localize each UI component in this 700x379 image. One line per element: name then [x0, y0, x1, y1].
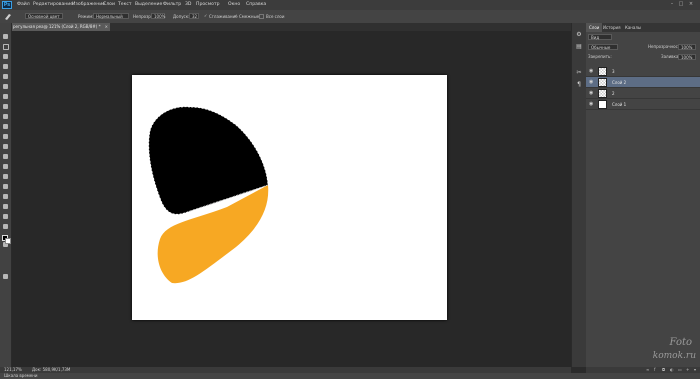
tab-history[interactable]: История [600, 23, 624, 32]
fill-label: Заливка: [661, 54, 680, 59]
brush-tool-icon[interactable] [3, 12, 13, 21]
history-icon[interactable]: ⚙ [575, 31, 583, 39]
antialias-checkbox[interactable]: ✓ [204, 14, 208, 18]
menu-file[interactable]: Файл [17, 2, 30, 7]
tool-preset-select[interactable]: Основной цвет [25, 13, 63, 19]
artwork [148, 106, 269, 284]
menu-image[interactable]: Изображение [72, 2, 105, 7]
paragraph-icon[interactable]: ¶ [575, 81, 583, 89]
timeline-label[interactable]: Шкала времени [4, 373, 37, 379]
menu-3d[interactable]: 3D [185, 2, 191, 7]
type-tool-icon[interactable] [2, 183, 9, 190]
layer-name: 2 [612, 91, 615, 96]
document-tab[interactable]: регульная реа@ 121% (Слой 2, RGB/8#) * × [10, 23, 110, 31]
marquee-tool-icon[interactable] [2, 43, 9, 50]
layer-row[interactable]: ◉ Слой 2 [586, 77, 700, 88]
all-layers-checkbox[interactable] [259, 14, 264, 19]
layer-row[interactable]: ◉ 3 [586, 66, 700, 77]
hand-tool-icon[interactable] [2, 213, 9, 220]
options-bar: Основной цвет Режим: Нормальный Непрозр.… [0, 10, 700, 24]
menu-text[interactable]: Текст [118, 2, 132, 7]
layer-name: Слой 1 [612, 102, 627, 107]
watermark: Foto komok.ru [642, 337, 698, 371]
healing-brush-tool-icon[interactable] [2, 93, 9, 100]
minimize-icon[interactable]: – [669, 2, 675, 7]
menu-window[interactable]: Окно [228, 2, 240, 7]
zoom-tool-icon[interactable] [2, 223, 9, 230]
close-icon[interactable]: × [688, 2, 694, 7]
menu-help[interactable]: Справка [246, 2, 266, 7]
layer-thumbnail [598, 67, 607, 76]
eraser-tool-icon[interactable] [2, 133, 9, 140]
tolerance-label: Допуск: [173, 14, 190, 19]
menu-select[interactable]: Выделение [135, 2, 162, 7]
watermark-line-2: komok.ru [652, 351, 696, 361]
timeline-bar[interactable]: Шкала времени [0, 373, 700, 379]
photoshop-logo: Ps [2, 1, 12, 9]
menu-edit[interactable]: Редактирование [33, 2, 73, 7]
menu-filter[interactable]: Фильтр [163, 2, 181, 7]
menu-view[interactable]: Просмотр [196, 2, 220, 7]
layer-thumbnail [598, 78, 607, 87]
eye-icon[interactable]: ◉ [589, 101, 593, 108]
brush-tool-icon[interactable] [2, 103, 9, 110]
tools-icon[interactable]: ✂ [575, 69, 583, 77]
layer-row[interactable]: ◉ 2 [586, 88, 700, 99]
screen-mode-icon[interactable] [2, 273, 9, 280]
lasso-tool-icon[interactable] [2, 53, 9, 60]
crop-tool-icon[interactable] [2, 73, 9, 80]
layer-row[interactable]: ◉ Слой 1 [586, 99, 700, 110]
blur-tool-icon[interactable] [2, 153, 9, 160]
layer-name: Слой 2 [612, 80, 627, 85]
blend-mode-select[interactable]: Обычные [588, 44, 618, 50]
fill-input[interactable]: 100% [678, 54, 696, 60]
mode-select[interactable]: Нормальный [93, 13, 129, 19]
tab-close-icon[interactable]: × [105, 23, 108, 31]
layer-name: 3 [612, 69, 615, 74]
history-brush-tool-icon[interactable] [2, 123, 9, 130]
lock-label: Закрепить: [588, 54, 612, 59]
eye-icon[interactable]: ◉ [589, 68, 593, 75]
clone-stamp-tool-icon[interactable] [2, 113, 9, 120]
document-canvas[interactable] [132, 75, 447, 320]
dodge-tool-icon[interactable] [2, 163, 9, 170]
background-color-swatch[interactable] [5, 238, 11, 244]
move-tool-icon[interactable] [2, 33, 9, 40]
properties-icon[interactable]: ▤ [575, 43, 583, 51]
layer-thumbnail [598, 89, 607, 98]
contiguous-checkbox[interactable]: ✓ [234, 14, 238, 18]
mode-label: Режим: [78, 14, 94, 19]
magic-wand-tool-icon[interactable] [2, 63, 9, 70]
pen-tool-icon[interactable] [2, 173, 9, 180]
path-selection-tool-icon[interactable] [2, 193, 9, 200]
watermark-line-1: Foto [669, 337, 692, 348]
tab-channels[interactable]: Каналы [622, 23, 644, 32]
panel-dock-strip: ⚙ ▤ ✂ ¶ [571, 23, 586, 367]
document-tab-title: регульная реа@ 121% (Слой 2, RGB/8#) * [13, 24, 101, 29]
menu-bar: Ps Файл Редактирование Изображение Слои … [0, 0, 700, 10]
maximize-icon[interactable]: □ [678, 2, 684, 7]
menu-layers[interactable]: Слои [103, 2, 115, 7]
all-layers-label: Все слои [266, 14, 285, 19]
panel-tabs: Слои История Каналы [586, 23, 700, 32]
shape-tool-icon[interactable] [2, 203, 9, 210]
eyedropper-tool-icon[interactable] [2, 83, 9, 90]
paint-bucket-tool-icon[interactable] [2, 143, 9, 150]
tools-panel [0, 23, 12, 368]
panel-opacity-input[interactable]: 100% [678, 44, 696, 50]
layer-thumbnail [598, 100, 607, 109]
eye-icon[interactable]: ◉ [589, 79, 593, 86]
contiguous-label: Смежные [239, 14, 260, 19]
layer-kind-filter[interactable]: Вид [588, 34, 612, 40]
opacity-input[interactable]: 100% [151, 13, 165, 19]
eye-icon[interactable]: ◉ [589, 90, 593, 97]
tolerance-input[interactable]: 32 [189, 13, 199, 19]
